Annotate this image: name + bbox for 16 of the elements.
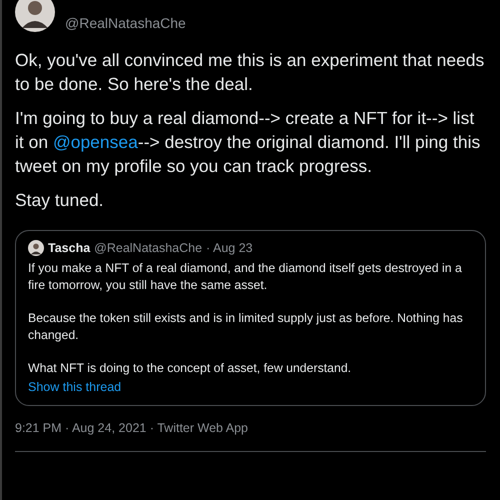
author-handle: @RealNatashaChe <box>94 241 202 255</box>
author-name: Tascha <box>48 241 90 255</box>
quoted-text: Because the token still exists and is in limited supply just as before. Nothing has changed. <box>28 310 464 344</box>
quoted-tweet-card[interactable] <box>15 230 486 406</box>
user-handle: @RealNatashaChe <box>65 15 186 31</box>
quoted-text: What NFT is doing to the concept of asset, few understand. <box>28 360 352 377</box>
avatar[interactable] <box>15 0 55 32</box>
tweet-text: Ok, you've all convinced me this is an experiment that needs to be done. So here's the deal. <box>15 49 486 96</box>
avatar <box>28 240 44 256</box>
quoted-text: If you make a NFT of a real diamond, and the diamond itself gets destroyed in a fire tomorrow, you still have the same asset. <box>28 260 463 294</box>
tweet-text: I'm going to buy a real diamond--> create a NFT for it--> list it on @opensea--> destroy the original diamond. I'll ping this tweet on my profile so you can track progress. <box>15 107 482 178</box>
tweet-text: Stay tuned. <box>15 189 105 212</box>
tweet-date: · Aug 23 <box>206 241 253 255</box>
show-thread-link[interactable]: Show this thread <box>28 380 122 394</box>
mention-link[interactable]: @opensea <box>52 132 138 152</box>
tweet-timestamp: 9:21 PM · Aug 24, 2021 · Twitter Web App <box>15 421 248 435</box>
